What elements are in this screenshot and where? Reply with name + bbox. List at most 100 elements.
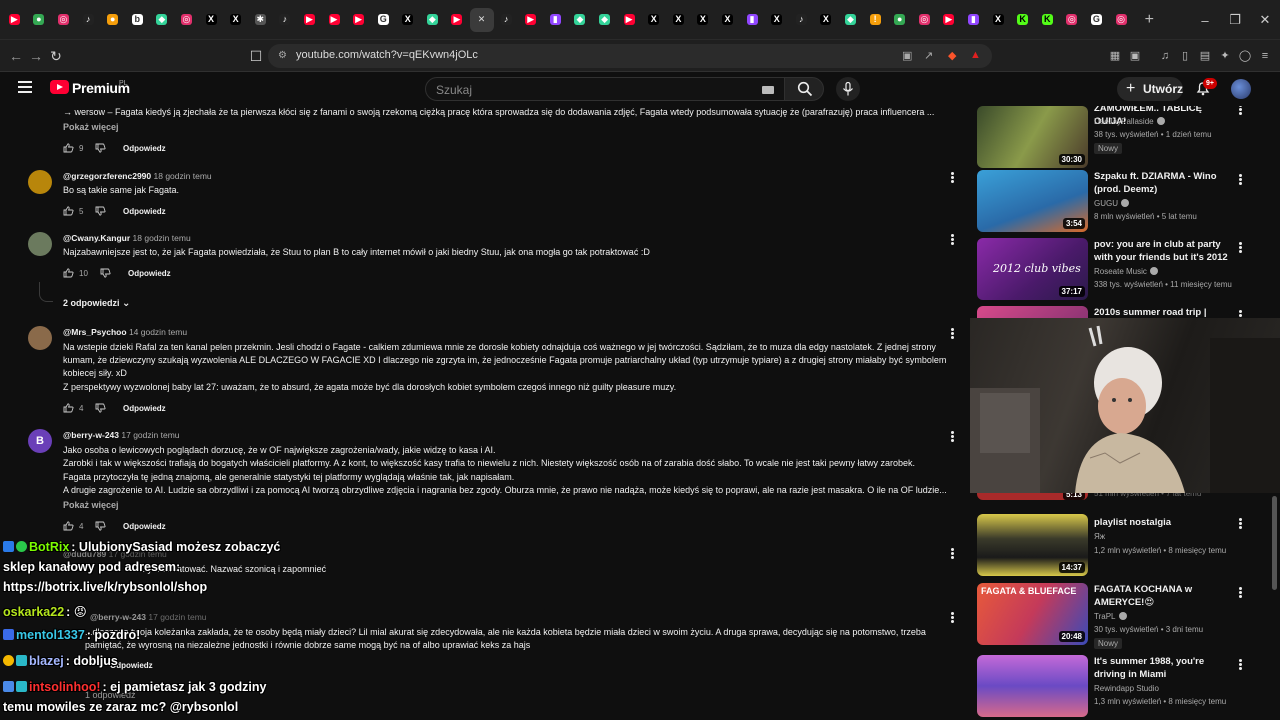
thumbs-down-icon[interactable]	[95, 403, 106, 413]
browser-tab[interactable]: X	[642, 8, 666, 32]
video-menu-icon[interactable]	[1237, 659, 1243, 671]
search-button[interactable]	[784, 77, 824, 101]
thumbs-down-icon[interactable]	[100, 268, 111, 278]
related-video[interactable]: 3:54 Szpaku ft. DZIARMA - Wino (prod. De…	[975, 170, 1275, 236]
comment-menu-icon[interactable]	[949, 431, 955, 443]
video-channel[interactable]: Roseate Music	[1094, 267, 1158, 276]
video-thumbnail[interactable]: 3:54	[977, 170, 1088, 232]
browser-tab[interactable]: ♪	[273, 8, 297, 32]
video-menu-icon[interactable]	[1237, 174, 1243, 186]
browser-tab[interactable]: X	[765, 8, 789, 32]
browser-tab[interactable]: X	[716, 8, 740, 32]
reply-button[interactable]: Odpowiedz	[128, 269, 171, 278]
comment-menu-icon[interactable]	[949, 328, 955, 340]
video-thumbnail[interactable]: 30:30	[977, 106, 1088, 168]
browser-tab[interactable]: ♪	[76, 8, 100, 32]
comment-author[interactable]: @Cwany.Kangur	[63, 233, 130, 243]
browser-tab[interactable]: X	[396, 8, 420, 32]
video-title[interactable]: FAGATA KOCHANA w AMERYCE!😍	[1094, 583, 1230, 609]
video-channel[interactable]: Rewindapp Studio	[1094, 684, 1159, 693]
share-icon[interactable]: ↗	[924, 49, 933, 62]
browser-tab[interactable]: ◆	[838, 8, 862, 32]
comment-time[interactable]: 18 godzin temu	[133, 233, 191, 243]
leo-ai-icon[interactable]: ✦	[1218, 48, 1232, 64]
related-video[interactable]: 30:30 ZAMÓWIŁEM.. TABLICĘ OUIJA! DeeJayP…	[975, 106, 1275, 172]
browser-tab[interactable]: ▶	[519, 8, 543, 32]
browser-tab[interactable]: G	[1084, 8, 1108, 32]
address-bar[interactable]: ⚙ youtube.com/watch?v=qEKvwn4jOLc ▣ ↗ ◆ …	[268, 44, 992, 68]
browser-tab[interactable]: ♪	[494, 8, 518, 32]
related-video[interactable]: It's summer 1988, you're driving in Miam…	[975, 655, 1275, 720]
browser-tab[interactable]: ◎	[1060, 8, 1084, 32]
site-info-icon[interactable]: ⚙	[278, 50, 287, 61]
thumbs-up-icon[interactable]	[63, 521, 74, 531]
video-thumbnail[interactable]	[977, 655, 1088, 717]
comment-menu-icon[interactable]	[949, 612, 955, 624]
comment-menu-icon[interactable]	[949, 172, 955, 184]
browser-tab[interactable]: ▮	[543, 8, 567, 32]
menu-icon[interactable]: ≡	[1258, 48, 1272, 64]
browser-tab[interactable]: X	[666, 8, 690, 32]
browser-tab[interactable]: ▶	[297, 8, 321, 32]
thumbs-down-icon[interactable]	[95, 206, 106, 216]
thumbs-up-icon[interactable]	[63, 143, 74, 153]
video-channel[interactable]: DeeJayPallaside	[1094, 117, 1165, 126]
sidebar-icon[interactable]: ▯	[1178, 48, 1192, 64]
browser-tab[interactable]: ◎	[1109, 8, 1133, 32]
browser-tab[interactable]: ◆	[568, 8, 592, 32]
browser-tab[interactable]: K	[1011, 8, 1035, 32]
voice-search-button[interactable]	[836, 77, 860, 101]
comment-avatar[interactable]	[28, 232, 52, 256]
browser-tab[interactable]: !	[863, 8, 887, 32]
video-thumbnail[interactable]: 2012 club vibes 37:17	[977, 238, 1088, 300]
video-menu-icon[interactable]	[1237, 242, 1243, 254]
vpn-icon[interactable]: ◯	[1238, 48, 1252, 64]
browser-tab[interactable]: X	[691, 8, 715, 32]
restore-icon[interactable]: ❐	[1220, 0, 1250, 40]
related-video[interactable]: FAGATA & BLUEFACE 20:48 FAGATA KOCHANA w…	[975, 583, 1275, 649]
rewards-icon[interactable]: ▲	[970, 49, 981, 61]
new-tab-button[interactable]: +	[1137, 8, 1161, 32]
browser-tab[interactable]: K	[1035, 8, 1059, 32]
video-menu-icon[interactable]	[1237, 518, 1243, 530]
video-title[interactable]: playlist nostalgia	[1094, 516, 1230, 529]
video-title[interactable]: It's summer 1988, you're driving in Miam…	[1094, 655, 1230, 681]
thumbs-up-icon[interactable]	[63, 206, 74, 216]
browser-tab[interactable]: X	[814, 8, 838, 32]
comment-time[interactable]: 18 godzin temu	[154, 171, 212, 181]
comment-time[interactable]: 17 godzin temu	[121, 430, 179, 440]
comment-author[interactable]: @grzegorzferenc2990	[63, 171, 151, 181]
thumbs-down-icon[interactable]	[95, 143, 106, 153]
close-window-icon[interactable]: ✕	[1250, 0, 1280, 40]
browser-tab[interactable]: X	[986, 8, 1010, 32]
browser-tab[interactable]: ▮	[740, 8, 764, 32]
comment-avatar[interactable]	[28, 326, 52, 350]
video-menu-icon[interactable]	[1237, 587, 1243, 599]
related-video[interactable]: 2012 club vibes 37:17 pov: you are in cl…	[975, 238, 1275, 304]
browser-tab[interactable]: b	[125, 8, 149, 32]
comment-avatar[interactable]	[28, 170, 52, 194]
video-channel[interactable]: TraPL	[1094, 612, 1127, 621]
comment-author[interactable]: @berry-w-243	[63, 430, 119, 440]
browser-tab[interactable]: ◆	[150, 8, 174, 32]
video-title[interactable]: Szpaku ft. DZIARMA - Wino (prod. Deemz)	[1094, 170, 1230, 196]
video-thumbnail[interactable]: 14:37	[977, 514, 1088, 576]
thumbs-up-icon[interactable]	[63, 403, 74, 413]
comment-menu-icon[interactable]	[949, 234, 955, 246]
browser-tab[interactable]: ▶	[617, 8, 641, 32]
browser-tab[interactable]: X	[199, 8, 223, 32]
keyboard-icon[interactable]	[762, 86, 774, 94]
video-title[interactable]: pov: you are in club at party with your …	[1094, 238, 1230, 264]
browser-tab[interactable]: ▶	[2, 8, 26, 32]
video-channel[interactable]: Яж	[1094, 532, 1105, 541]
browser-tab[interactable]: ♪	[789, 8, 813, 32]
comment-menu-icon[interactable]	[949, 548, 955, 560]
brave-shield-icon[interactable]: ◆	[948, 49, 956, 62]
browser-tab[interactable]: ●	[888, 8, 912, 32]
browser-tab[interactable]: ▶	[322, 8, 346, 32]
wallet-icon[interactable]: ▤	[1198, 48, 1212, 64]
browser-tab[interactable]: ▶	[445, 8, 469, 32]
browser-tab[interactable]: ✱	[248, 8, 272, 32]
bookmark-icon[interactable]: ☐	[244, 44, 268, 68]
comment-time[interactable]: 14 godzin temu	[129, 327, 187, 337]
